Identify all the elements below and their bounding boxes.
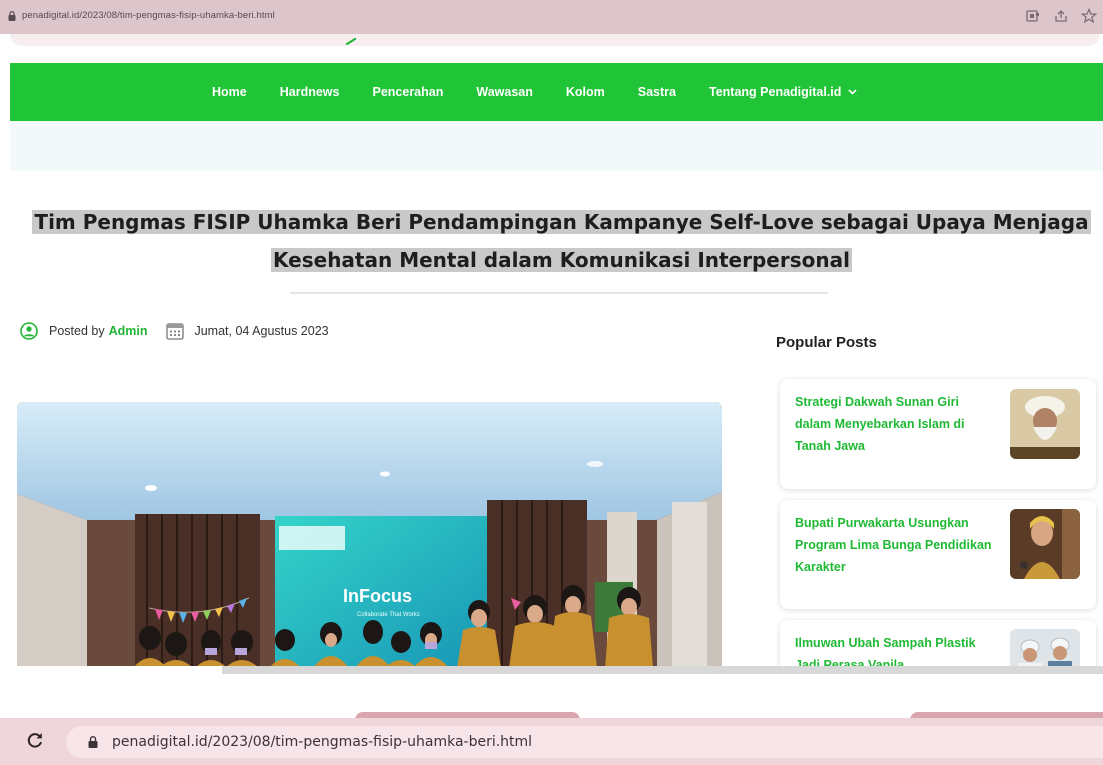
user-circle-icon bbox=[20, 322, 38, 340]
top-browser-bar: penadigital.id/2023/08/tim-pengmas-fisip… bbox=[0, 0, 1103, 34]
popular-post-thumbnail[interactable] bbox=[1010, 389, 1080, 459]
nav-item-tentang[interactable]: Tentang Penadigital.id bbox=[709, 85, 857, 99]
popular-post-card[interactable]: Bupati Purwakarta Usungkan Program Lima … bbox=[780, 500, 1096, 609]
nav-item-sastra[interactable]: Sastra bbox=[638, 85, 676, 99]
logo-fragment bbox=[345, 37, 357, 45]
bottom-browser-bar: penadigital.id/2023/08/tim-pengmas-fisip… bbox=[0, 718, 1103, 765]
popular-post-thumbnail[interactable] bbox=[1010, 509, 1080, 579]
star-icon[interactable] bbox=[1080, 7, 1098, 24]
extension-icon[interactable] bbox=[1025, 8, 1041, 24]
screen-logo-text: InFocus bbox=[343, 586, 412, 606]
main-nav: Home Hardnews Pencerahan Wawasan Kolom S… bbox=[10, 63, 1103, 121]
article-image[interactable]: InFocus Collaborate That Works bbox=[17, 402, 722, 668]
posted-by-label: Posted by bbox=[49, 324, 105, 338]
popular-post-card[interactable]: Strategi Dakwah Sunan Giri dalam Menyeba… bbox=[780, 379, 1096, 489]
post-meta: Posted by Admin Jumat, 04 Agustus 2023 bbox=[20, 321, 329, 341]
title-divider bbox=[290, 292, 828, 294]
nav-item-pencerahan[interactable]: Pencerahan bbox=[372, 85, 443, 99]
article-title: Tim Pengmas FISIP Uhamka Beri Pendamping… bbox=[20, 203, 1103, 279]
chevron-down-icon bbox=[848, 89, 857, 95]
popular-post-title[interactable]: Strategi Dakwah Sunan Giri dalam Menyeba… bbox=[795, 391, 995, 457]
top-url-text[interactable]: penadigital.id/2023/08/tim-pengmas-fisip… bbox=[22, 10, 275, 21]
reload-icon[interactable] bbox=[26, 731, 44, 749]
share-icon[interactable] bbox=[1053, 8, 1069, 24]
nav-item-wawasan[interactable]: Wawasan bbox=[476, 85, 533, 99]
breadcrumb-band bbox=[10, 121, 1103, 171]
browser-window: penadigital.id/2023/08/tim-pengmas-fisip… bbox=[0, 0, 1103, 765]
lock-icon bbox=[8, 11, 16, 21]
popular-posts-heading: Popular Posts bbox=[776, 334, 877, 351]
popular-post-title[interactable]: Bupati Purwakarta Usungkan Program Lima … bbox=[795, 512, 995, 578]
post-date: Jumat, 04 Agustus 2023 bbox=[194, 324, 329, 338]
article-title-line2: Kesehatan Mental dalam Komunikasi Interp… bbox=[271, 248, 852, 272]
page-header-edge bbox=[10, 34, 1100, 46]
nav-item-home[interactable]: Home bbox=[212, 85, 247, 99]
screen-subtext: Collaborate That Works bbox=[357, 612, 420, 618]
author-link[interactable]: Admin bbox=[109, 324, 148, 338]
seam-divider bbox=[222, 666, 1103, 674]
lock-icon bbox=[88, 736, 98, 748]
calendar-icon bbox=[166, 323, 185, 340]
nav-item-kolom[interactable]: Kolom bbox=[566, 85, 605, 99]
nav-item-tentang-label: Tentang Penadigital.id bbox=[709, 85, 842, 99]
nav-item-hardnews[interactable]: Hardnews bbox=[280, 85, 340, 99]
address-bar[interactable]: penadigital.id/2023/08/tim-pengmas-fisip… bbox=[66, 726, 1103, 758]
address-url-text[interactable]: penadigital.id/2023/08/tim-pengmas-fisip… bbox=[112, 734, 532, 750]
article-title-line1: Tim Pengmas FISIP Uhamka Beri Pendamping… bbox=[32, 210, 1091, 234]
